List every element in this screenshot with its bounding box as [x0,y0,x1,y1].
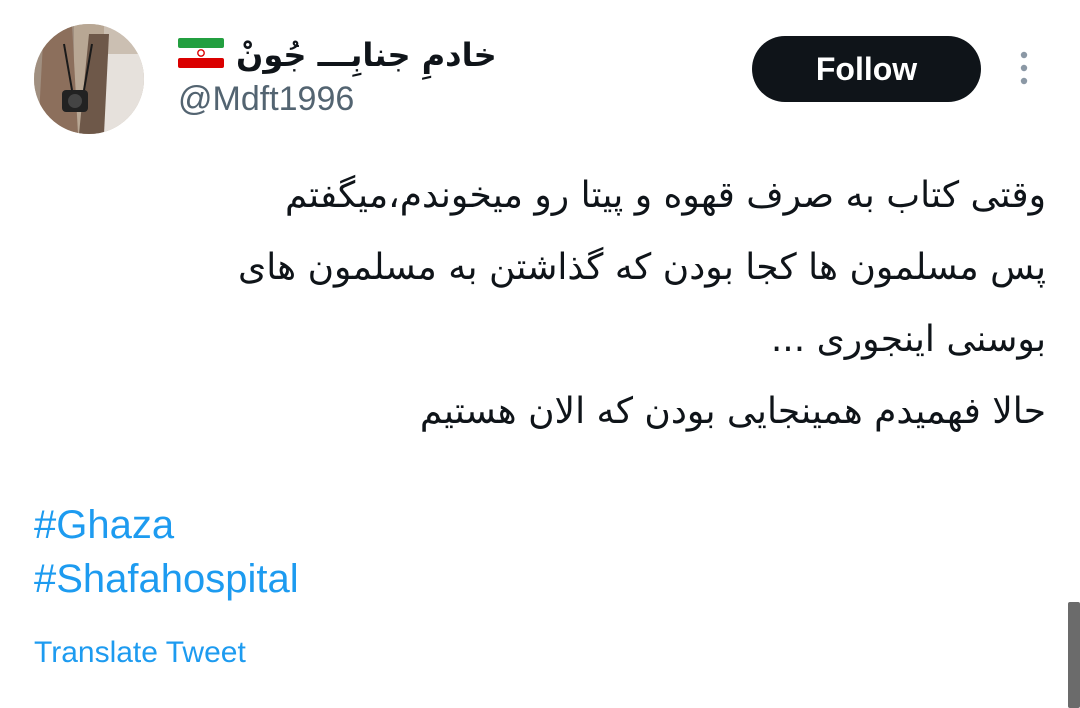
hashtag-shafahospital[interactable]: #Shafahospital [34,552,299,606]
avatar[interactable] [34,24,144,134]
translate-tweet-link[interactable]: Translate Tweet [34,636,246,670]
more-vertical-icon[interactable] [1010,48,1038,88]
author-handle[interactable]: @Mdft1996 [178,80,354,119]
scrollbar-thumb[interactable] [1068,602,1080,708]
tweet-card: خادمِ جنابِـــ جُونْ @Mdft1996 Follow وق… [0,0,1080,708]
tweet-text-line: حالا فهمیدم همینجایی بودن که الان هستیم [419,391,1046,432]
author-name-row[interactable]: خادمِ جنابِـــ جُونْ [178,32,497,78]
follow-button[interactable]: Follow [752,36,981,102]
tweet-text-line: وقتی کتاب به صرف قهوه و پیتا رو میخوندم،… [285,175,1046,216]
profile-photo-icon [34,24,144,134]
tweet-text-line: بوسنی اینجوری ... [770,319,1046,360]
hashtag-ghaza[interactable]: #Ghaza [34,498,299,552]
author-display-name[interactable]: خادمِ جنابِـــ جُونْ [236,36,497,74]
hashtag-list: #Ghaza #Shafahospital [34,498,299,606]
tweet-text-line: پس مسلمون ها کجا بودن که گذاشتن به مسلمو… [238,247,1046,288]
iran-flag-icon [178,38,224,72]
tweet-text: وقتی کتاب به صرف قهوه و پیتا رو میخوندم،… [34,160,1046,448]
